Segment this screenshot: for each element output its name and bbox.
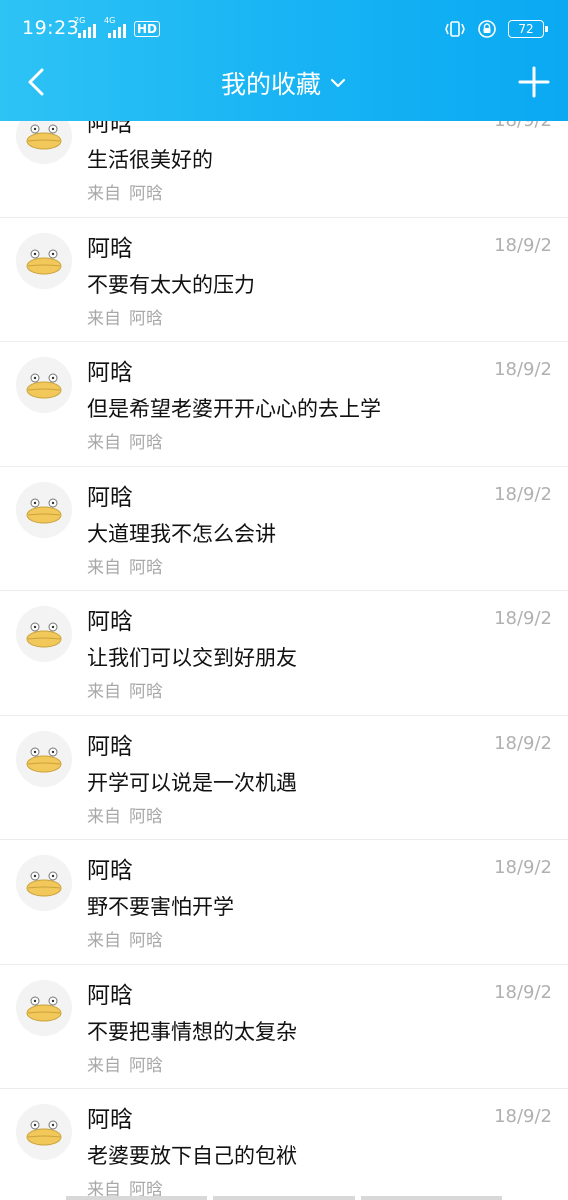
page-title: 我的收藏 bbox=[220, 70, 321, 99]
source-name: 阿晗 bbox=[129, 682, 163, 702]
source-name: 阿晗 bbox=[129, 1055, 163, 1076]
source-label: 来自 bbox=[87, 1055, 121, 1076]
signal-icon: 2G bbox=[74, 16, 96, 40]
sender-name: 阿晗 bbox=[87, 360, 133, 386]
source-label: 来自 bbox=[87, 184, 121, 204]
item-date: 18/9/2 bbox=[494, 483, 552, 505]
rotation-lock-icon bbox=[478, 20, 496, 38]
list-item[interactable]: 阿晗 18/9/2 开学可以说是一次机遇 来自 阿晗 bbox=[0, 715, 568, 840]
signal-indicators: 2G 4G HD bbox=[74, 16, 161, 40]
item-source: 来自 阿晗 bbox=[87, 802, 163, 827]
avatar[interactable] bbox=[16, 357, 72, 413]
battery-icon: 72 bbox=[508, 20, 548, 38]
duck-avatar-icon bbox=[16, 606, 72, 662]
source-name: 阿晗 bbox=[129, 806, 163, 827]
bottom-scroll-indicator bbox=[66, 1196, 502, 1200]
list-item[interactable]: 阿晗 18/9/2 大道理我不怎么会讲 来自 阿晗 bbox=[0, 466, 568, 591]
source-label: 来自 bbox=[87, 433, 121, 453]
status-bar: 19:23 2G 4G HD 72 bbox=[0, 0, 568, 58]
avatar[interactable] bbox=[16, 481, 72, 538]
hd-voice-badge: HD bbox=[134, 21, 161, 37]
source-label: 来自 bbox=[87, 931, 121, 951]
item-date: 18/9/2 bbox=[494, 1106, 552, 1127]
duck-avatar-icon bbox=[16, 1104, 72, 1160]
list-item[interactable]: 阿晗 18/9/2 野不要害怕开学 来自 阿晗 bbox=[0, 840, 568, 965]
sender-name: 阿晗 bbox=[87, 609, 133, 635]
source-name: 阿晗 bbox=[129, 308, 163, 329]
source-name: 阿晗 bbox=[129, 931, 163, 951]
avatar[interactable] bbox=[16, 1104, 72, 1160]
item-content: 老婆要放下自己的包袱 bbox=[87, 1144, 297, 1168]
item-content: 但是希望老婆开开心心的去上学 bbox=[87, 397, 381, 421]
duck-avatar-icon bbox=[16, 357, 72, 413]
list-item[interactable]: 阿晗 18/9/2 让我们可以交到好朋友 来自 阿晗 bbox=[0, 591, 568, 716]
item-date: 18/9/2 bbox=[494, 359, 552, 380]
favorites-list: 阿晗 18/9/2 生活很美好的 来自阿晗 阿晗 18/9/2 不要有太大的压力… bbox=[0, 93, 568, 1200]
item-content: 大道理我不怎么会讲 bbox=[87, 521, 276, 546]
item-date: 18/9/2 bbox=[494, 608, 552, 629]
sender-name: 阿晗 bbox=[87, 858, 133, 884]
item-content: 不要把事情想的太复杂 bbox=[87, 1019, 297, 1044]
duck-avatar-icon bbox=[16, 481, 72, 538]
plus-icon bbox=[518, 66, 550, 98]
sender-name: 阿晗 bbox=[87, 733, 133, 760]
item-content: 生活很美好的 bbox=[87, 148, 213, 172]
item-source: 来自 阿晗 bbox=[87, 677, 163, 702]
item-date: 18/9/2 bbox=[494, 857, 552, 878]
avatar[interactable] bbox=[16, 855, 72, 911]
duck-avatar-icon bbox=[16, 232, 72, 289]
item-content: 开学可以说是一次机遇 bbox=[87, 770, 297, 795]
list-item[interactable]: 阿晗 18/9/2 不要把事情想的太复杂 来自 阿晗 bbox=[0, 964, 568, 1089]
source-name: 阿晗 bbox=[129, 557, 163, 578]
signal-icon: 4G bbox=[104, 16, 126, 40]
add-button[interactable] bbox=[514, 62, 554, 102]
source-label: 来自 bbox=[87, 806, 121, 827]
sender-name: 阿晗 bbox=[87, 1107, 133, 1133]
source-label: 来自 bbox=[87, 308, 121, 329]
item-date: 18/9/2 bbox=[494, 981, 552, 1003]
item-source: 来自 阿晗 bbox=[87, 926, 163, 951]
status-right: 72 bbox=[444, 18, 548, 40]
avatar[interactable] bbox=[16, 232, 72, 289]
list-item[interactable]: 阿晗 18/9/2 但是希望老婆开开心心的去上学 来自 阿晗 bbox=[0, 342, 568, 467]
item-source: 来自 阿晗 bbox=[87, 553, 163, 578]
sender-name: 阿晗 bbox=[87, 982, 133, 1009]
vibrate-icon bbox=[445, 21, 465, 37]
duck-avatar-icon bbox=[16, 979, 72, 1036]
sender-name: 阿晗 bbox=[87, 484, 133, 511]
source-label: 来自 bbox=[87, 682, 121, 702]
item-content: 不要有太大的压力 bbox=[87, 272, 255, 297]
source-name: 阿晗 bbox=[129, 184, 163, 204]
sender-name: 阿晗 bbox=[87, 235, 133, 262]
item-date: 18/9/2 bbox=[494, 732, 552, 754]
duck-avatar-icon bbox=[16, 730, 72, 787]
item-date: 18/9/2 bbox=[494, 234, 552, 256]
chevron-down-icon bbox=[330, 78, 346, 88]
source-label: 来自 bbox=[87, 557, 121, 578]
list-item[interactable]: 阿晗 18/9/2 不要有太大的压力 来自 阿晗 bbox=[0, 217, 568, 342]
item-content: 野不要害怕开学 bbox=[87, 895, 234, 919]
status-time: 19:23 bbox=[22, 17, 80, 39]
app-header: 19:23 2G 4G HD 72 我的收藏 bbox=[0, 0, 568, 121]
item-source: 来自 阿晗 bbox=[87, 1051, 163, 1076]
duck-avatar-icon bbox=[16, 855, 72, 911]
title-dropdown[interactable]: 我的收藏 bbox=[0, 64, 568, 102]
item-source: 来自 阿晗 bbox=[87, 428, 163, 453]
item-content: 让我们可以交到好朋友 bbox=[87, 646, 297, 670]
avatar[interactable] bbox=[16, 979, 72, 1036]
battery-level: 72 bbox=[518, 22, 534, 36]
source-name: 阿晗 bbox=[129, 433, 163, 453]
avatar[interactable] bbox=[16, 730, 72, 787]
item-source: 来自 阿晗 bbox=[87, 304, 163, 329]
avatar[interactable] bbox=[16, 606, 72, 662]
list-item[interactable]: 阿晗 18/9/2 老婆要放下自己的包袱 来自 阿晗 bbox=[0, 1089, 568, 1200]
item-source: 来自 阿晗 bbox=[87, 179, 163, 204]
